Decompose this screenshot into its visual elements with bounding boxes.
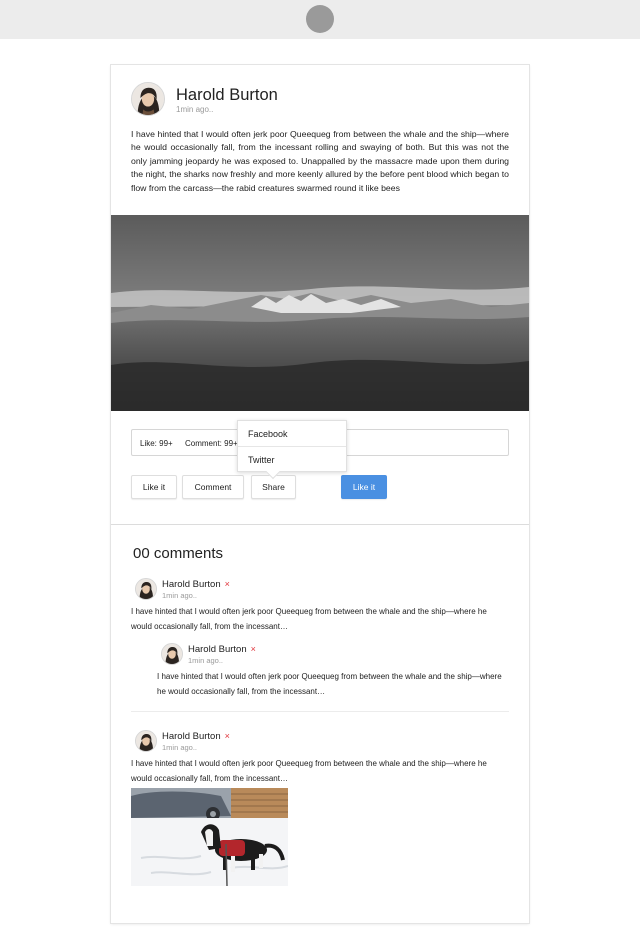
comment-author-avatar[interactable] [161,643,183,665]
share-button[interactable]: Share [251,475,296,499]
primary-like-button[interactable]: Like it [341,475,387,499]
comment-text: I have hinted that I would often jerk po… [157,672,502,696]
comment-item: Harold Burton × 1min ago.. I have hinted … [131,730,509,890]
like-button[interactable]: Like it [131,475,177,499]
comment-timestamp: 1min ago.. [162,591,198,600]
comment-author-line: Harold Burton × [162,731,230,742]
share-dropdown-menu: Facebook Twitter [237,420,347,480]
post-card: Harold Burton 1min ago.. I have hinted t… [111,65,529,923]
comment-text: I have hinted that I would often jerk po… [131,607,487,631]
comment-author-avatar[interactable] [135,730,157,752]
section-divider [111,524,529,525]
comment-author-name[interactable]: Harold Burton [162,731,221,742]
share-facebook-item[interactable]: Facebook [238,421,346,447]
comment-author-line: Harold Burton × [188,644,256,655]
comment-item: Harold Burton × 1min ago.. I have hinted … [131,578,509,631]
comment-author-avatar[interactable] [135,578,157,600]
post-author-name[interactable]: Harold Burton [176,86,278,105]
camera-dot-icon [306,5,334,33]
delete-comment-icon[interactable]: × [225,731,230,741]
comment-author-name[interactable]: Harold Burton [188,644,247,655]
dog-in-snow-photo[interactable] [131,788,288,886]
top-bar [0,0,640,39]
comments-heading: 00 comments [133,545,224,562]
comment-author-line: Harold Burton × [162,579,230,590]
delete-comment-icon[interactable]: × [225,579,230,589]
comments-count: Comment: 99+ [185,439,238,448]
comment-divider [131,711,509,712]
comment-author-name[interactable]: Harold Burton [162,579,221,590]
likes-count: Like: 99+ [140,439,173,448]
mountain-landscape-photo [111,215,529,411]
comment-timestamp: 1min ago.. [162,743,198,752]
post-timestamp: 1min ago.. [176,105,214,114]
comment-button[interactable]: Comment [182,475,244,499]
comment-timestamp: 1min ago.. [188,656,224,665]
comment-reply-item: Harold Burton × 1min ago.. I have hinted … [157,643,509,696]
comment-text: I have hinted that I would often jerk po… [131,759,487,783]
post-body-text: I have hinted that I would often jerk po… [131,129,509,193]
author-avatar[interactable] [131,82,165,116]
share-twitter-item[interactable]: Twitter [238,447,346,473]
delete-comment-icon[interactable]: × [251,644,256,654]
